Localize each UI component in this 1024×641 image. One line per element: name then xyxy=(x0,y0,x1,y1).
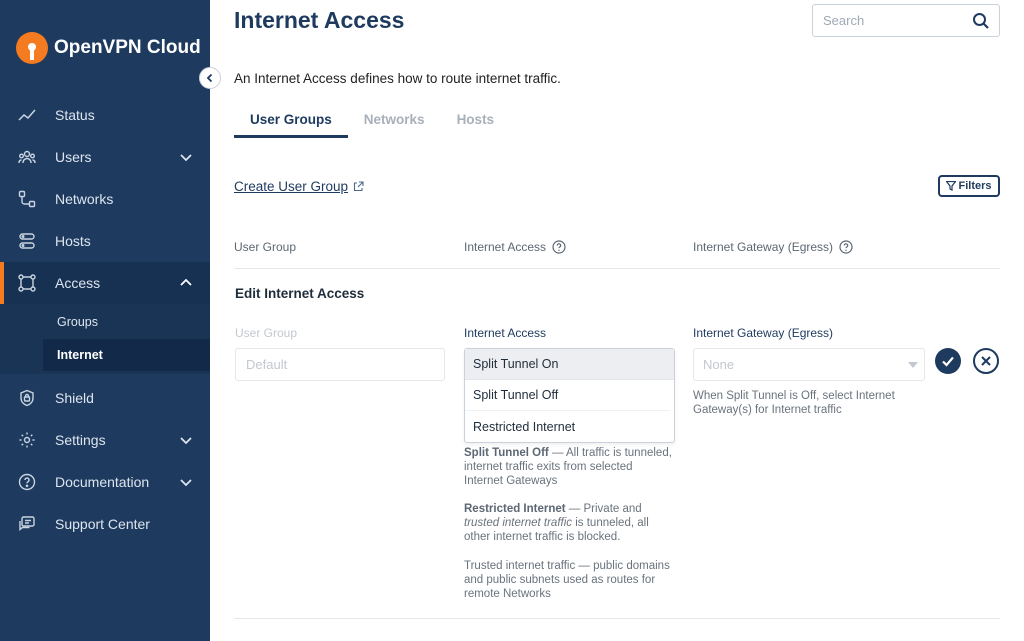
help-icon[interactable] xyxy=(552,240,566,254)
column-header-internet-gateway: Internet Gateway (Egress) xyxy=(693,240,853,254)
column-header-label: Internet Access xyxy=(464,240,547,254)
search-box[interactable] xyxy=(812,4,1000,37)
help-trusted-traffic: Trusted internet traffic — public domain… xyxy=(464,560,670,600)
activity-icon xyxy=(18,106,36,124)
filters-label: Filters xyxy=(958,180,992,192)
sidebar-item-hosts[interactable]: Hosts xyxy=(0,220,210,262)
divider xyxy=(234,268,1000,269)
internet-access-dropdown[interactable]: Split Tunnel On Split Tunnel Off Restric… xyxy=(464,348,675,443)
sidebar-item-label: Status xyxy=(55,107,95,123)
help-icon[interactable] xyxy=(839,240,853,254)
sidebar-item-settings[interactable]: Settings xyxy=(0,419,210,461)
internet-gateway-select: None xyxy=(693,348,925,381)
close-icon xyxy=(981,356,991,366)
sidebar-subitem-label: Internet xyxy=(57,348,103,362)
cancel-button[interactable] xyxy=(973,348,999,374)
tab-user-groups[interactable]: User Groups xyxy=(234,108,348,138)
checkmark-icon xyxy=(942,356,954,367)
chevron-left-icon xyxy=(206,73,213,83)
sidebar-item-label: Users xyxy=(55,149,92,165)
chevron-down-icon[interactable] xyxy=(178,149,194,165)
gateway-help-text: When Split Tunnel is Off, select Interne… xyxy=(693,390,895,416)
hosts-icon xyxy=(18,232,36,250)
chevron-down-icon[interactable] xyxy=(178,432,194,448)
confirm-button[interactable] xyxy=(935,348,961,374)
help-italic-text: trusted internet traffic xyxy=(464,517,573,529)
page-title: Internet Access xyxy=(234,7,405,33)
search-icon[interactable] xyxy=(972,12,990,30)
openvpn-logo-icon xyxy=(16,32,48,64)
support-icon xyxy=(18,515,36,533)
chevron-up-icon[interactable] xyxy=(178,275,194,291)
networks-icon xyxy=(18,190,36,208)
help-term: Restricted Internet xyxy=(464,503,566,515)
dropdown-option-split-tunnel-off[interactable]: Split Tunnel Off xyxy=(465,380,670,411)
internet-gateway-field-label: Internet Gateway (Egress) xyxy=(693,326,834,340)
sidebar-item-support-center[interactable]: Support Center xyxy=(0,503,210,545)
sidebar: OpenVPN Cloud Status Users Networks Host… xyxy=(0,0,210,641)
divider xyxy=(234,618,1000,619)
sidebar-item-label: Hosts xyxy=(55,233,91,249)
external-link-icon xyxy=(353,181,364,192)
sidebar-item-label: Networks xyxy=(55,191,114,207)
create-user-group-label: Create User Group xyxy=(234,179,349,194)
search-input[interactable] xyxy=(813,5,963,36)
sidebar-subitem-groups[interactable]: Groups xyxy=(43,306,210,338)
column-header-internet-access: Internet Access xyxy=(464,240,566,254)
filters-button[interactable]: Filters xyxy=(938,175,1000,197)
sidebar-item-label: Settings xyxy=(55,432,106,448)
users-icon xyxy=(18,148,36,166)
user-group-field-label: User Group xyxy=(235,326,298,340)
internet-access-field-label: Internet Access xyxy=(464,326,547,340)
filter-icon xyxy=(946,181,957,191)
gear-icon xyxy=(18,431,36,449)
dropdown-option-restricted-internet[interactable]: Restricted Internet xyxy=(465,411,670,442)
sidebar-item-documentation[interactable]: Documentation xyxy=(0,461,210,503)
sidebar-subitem-label: Groups xyxy=(57,315,98,329)
help-text: — Private and xyxy=(565,503,642,515)
main-content: Internet Access An Internet Access defin… xyxy=(210,0,1024,641)
caret-down-icon xyxy=(908,362,918,368)
sidebar-item-users[interactable]: Users xyxy=(0,136,210,178)
sidebar-item-label: Support Center xyxy=(55,516,150,532)
edit-section-title: Edit Internet Access xyxy=(235,286,365,301)
column-header-label: Internet Gateway (Egress) xyxy=(693,240,834,254)
brand-name: OpenVPN Cloud xyxy=(54,37,201,58)
sidebar-item-shield[interactable]: Shield xyxy=(0,377,210,419)
sidebar-item-label: Access xyxy=(55,275,101,291)
column-header-user-group: User Group xyxy=(234,240,296,254)
user-group-input: Default xyxy=(235,348,445,381)
column-header-label: User Group xyxy=(234,240,297,254)
sidebar-item-status[interactable]: Status xyxy=(0,94,210,136)
access-icon xyxy=(18,274,36,292)
chevron-down-icon[interactable] xyxy=(178,474,194,490)
page-description: An Internet Access defines how to route … xyxy=(234,71,561,86)
tabs: User Groups Networks Hosts xyxy=(234,108,510,138)
collapse-sidebar-button[interactable] xyxy=(199,67,221,89)
tab-hosts[interactable]: Hosts xyxy=(441,108,511,138)
shield-icon xyxy=(18,389,36,407)
help-restricted-internet: Restricted Internet — Private and truste… xyxy=(464,502,674,544)
internet-gateway-value: None xyxy=(703,357,735,372)
sidebar-item-label: Documentation xyxy=(55,474,150,490)
help-split-tunnel-off: Split Tunnel Off — All traffic is tunnel… xyxy=(464,446,674,488)
sidebar-item-networks[interactable]: Networks xyxy=(0,178,210,220)
sidebar-item-label: Shield xyxy=(55,390,94,406)
tab-networks[interactable]: Networks xyxy=(348,108,441,138)
create-user-group-link[interactable]: Create User Group xyxy=(234,179,364,194)
question-icon xyxy=(18,473,36,491)
help-term: Split Tunnel Off xyxy=(464,447,549,459)
dropdown-selected-option[interactable]: Split Tunnel On xyxy=(465,349,674,380)
brand[interactable]: OpenVPN Cloud xyxy=(16,32,201,64)
sidebar-subitem-internet[interactable]: Internet xyxy=(43,339,210,371)
sidebar-item-access[interactable]: Access xyxy=(0,262,210,304)
